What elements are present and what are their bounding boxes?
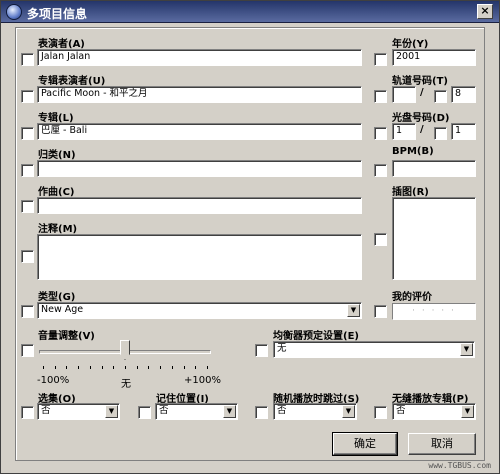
track-separator: / (420, 87, 424, 98)
slider-tick (43, 366, 44, 369)
artist-field[interactable]: Jalan Jalan (37, 49, 362, 66)
slider-tick (148, 366, 150, 369)
slider-tick (171, 366, 173, 369)
ok-button[interactable]: 确定 (332, 432, 398, 456)
rating-stars[interactable]: · · · · · (392, 303, 476, 320)
artwork-well[interactable] (392, 197, 476, 280)
skip-shuffle-value: 否 (277, 405, 287, 416)
equalizer-dropdown[interactable]: 无 ▼ (273, 341, 475, 358)
composer-label: 作曲(C) (38, 187, 75, 198)
window-title: 多项目信息 (27, 7, 88, 21)
title-bar: 多项目信息 × (1, 1, 499, 23)
skip-shuffle-checkbox[interactable] (255, 406, 268, 419)
chevron-down-icon[interactable]: ▼ (460, 343, 473, 356)
close-icon[interactable]: × (477, 4, 493, 19)
bpm-checkbox[interactable] (374, 164, 387, 177)
volume-max-label: +100% (184, 375, 221, 386)
grouping-checkbox[interactable] (21, 164, 34, 177)
slider-tick (160, 366, 162, 369)
volume-label: 音量调整(V) (38, 331, 95, 342)
multiple-item-info-dialog: 多项目信息 × 表演者(A) Jalan Jalan 年份(Y) 2001 专辑… (0, 0, 500, 474)
artwork-checkbox[interactable] (374, 233, 387, 246)
track-number-label: 轨道号码(T) (392, 76, 448, 87)
album-label: 专辑(L) (38, 113, 74, 124)
genre-checkbox[interactable] (21, 305, 34, 318)
slider-tick (78, 366, 80, 369)
remember-position-dropdown[interactable]: 否 ▼ (155, 403, 238, 420)
chevron-down-icon[interactable]: ▼ (461, 405, 474, 418)
year-field[interactable]: 2001 (392, 49, 476, 66)
chevron-down-icon[interactable]: ▼ (347, 304, 360, 317)
genre-dropdown[interactable]: New Age ▼ (37, 302, 362, 319)
bpm-label: BPM(B) (392, 146, 434, 157)
compilation-dropdown[interactable]: 否 ▼ (37, 403, 120, 420)
volume-checkbox[interactable] (21, 344, 34, 357)
album-artist-checkbox[interactable] (21, 90, 34, 103)
slider-tick (183, 366, 185, 369)
album-field[interactable]: 巴厘 - Bali (37, 123, 362, 140)
disc-number-label: 光盘号码(D) (392, 113, 450, 124)
bpm-field[interactable] (392, 160, 476, 177)
gapless-value: 否 (396, 405, 406, 416)
album-artist-label: 专辑表演者(U) (38, 76, 106, 87)
track-count-field[interactable]: 8 (451, 86, 476, 103)
slider-tick (113, 366, 115, 369)
app-icon (6, 4, 22, 20)
compilation-value: 否 (41, 405, 51, 416)
artist-checkbox[interactable] (21, 53, 34, 66)
track-number-field[interactable] (392, 86, 416, 103)
disc-number-checkbox[interactable] (374, 127, 387, 140)
artwork-label: 插图(R) (392, 187, 429, 198)
equalizer-label: 均衡器预定设置(E) (273, 331, 359, 342)
artist-label: 表演者(A) (38, 39, 85, 50)
slider-tick (101, 366, 103, 369)
year-label: 年份(Y) (392, 39, 429, 50)
album-artist-field[interactable]: Pacific Moon - 和平之月 (37, 86, 362, 103)
grouping-label: 归类(N) (38, 150, 76, 161)
cancel-button[interactable]: 取消 (408, 433, 476, 455)
disc-number-field[interactable]: 1 (392, 123, 416, 140)
disc-count-field[interactable]: 1 (451, 123, 476, 140)
album-checkbox[interactable] (21, 127, 34, 140)
skip-shuffle-dropdown[interactable]: 否 ▼ (273, 403, 357, 420)
slider-tick (54, 366, 56, 369)
rating-checkbox[interactable] (374, 305, 387, 318)
composer-field[interactable] (37, 197, 362, 214)
year-checkbox[interactable] (374, 53, 387, 66)
slider-tick (136, 366, 138, 369)
slider-tick (125, 366, 126, 369)
compilation-checkbox[interactable] (21, 406, 34, 419)
comments-label: 注释(M) (38, 224, 78, 235)
equalizer-checkbox[interactable] (255, 344, 268, 357)
watermark-text: www.TGBUS.com (428, 461, 491, 470)
chevron-down-icon[interactable]: ▼ (342, 405, 355, 418)
genre-label: 类型(G) (38, 292, 76, 303)
volume-mid-label: 无 (121, 379, 131, 390)
disc-separator: / (420, 124, 424, 135)
equalizer-value: 无 (277, 343, 287, 354)
slider-tick (207, 366, 208, 369)
grouping-field[interactable] (37, 160, 362, 177)
slider-tick (89, 366, 91, 369)
remember-position-checkbox[interactable] (138, 406, 151, 419)
genre-value: New Age (41, 304, 84, 315)
disc-count-checkbox[interactable] (434, 127, 447, 140)
gapless-checkbox[interactable] (374, 406, 387, 419)
slider-tick (66, 366, 68, 369)
comments-checkbox[interactable] (21, 250, 34, 263)
chevron-down-icon[interactable]: ▼ (105, 405, 118, 418)
comments-field[interactable] (37, 234, 362, 280)
slider-tick (195, 366, 197, 369)
chevron-down-icon[interactable]: ▼ (223, 405, 236, 418)
volume-min-label: -100% (37, 375, 70, 386)
composer-checkbox[interactable] (21, 200, 34, 213)
rating-label: 我的评价 (392, 292, 432, 303)
remember-position-value: 否 (159, 405, 169, 416)
track-number-checkbox[interactable] (374, 90, 387, 103)
gapless-dropdown[interactable]: 否 ▼ (392, 403, 476, 420)
track-count-checkbox[interactable] (434, 90, 447, 103)
